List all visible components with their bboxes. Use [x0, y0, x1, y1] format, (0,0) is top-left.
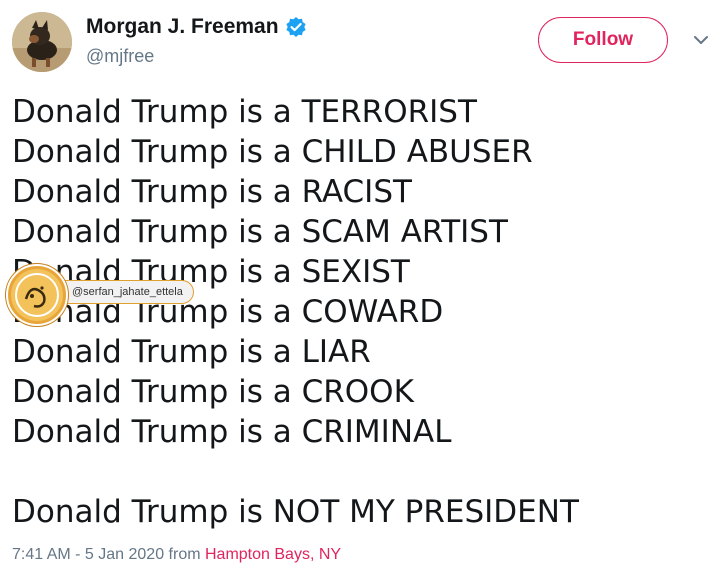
- tweet-line: Donald Trump is a SCAM ARTIST: [12, 214, 508, 250]
- watermark-logo-icon: [6, 264, 68, 326]
- tweet-line: Donald Trump is a LIAR: [12, 334, 371, 370]
- chevron-down-icon[interactable]: [693, 34, 709, 46]
- avatar[interactable]: [12, 12, 72, 72]
- dog-photo-avatar: [12, 12, 72, 72]
- from-label: from: [164, 546, 205, 563]
- display-name[interactable]: Morgan J. Freeman: [86, 15, 279, 39]
- tweet-date[interactable]: 5 Jan 2020: [85, 546, 164, 563]
- tweet-line: Donald Trump is a TERRORIST: [12, 94, 477, 130]
- tweet-line: Donald Trump is NOT MY PRESIDENT: [12, 494, 579, 530]
- tweet-line: Donald Trump is a RACIST: [12, 174, 412, 210]
- tweet-line: Donald Trump is a CHILD ABUSER: [12, 134, 533, 170]
- location-link[interactable]: Hampton Bays, NY: [205, 546, 341, 563]
- watermark: @serfan_jahate_ettela: [4, 262, 220, 326]
- follow-button[interactable]: Follow: [538, 17, 668, 63]
- tweet-header: Morgan J. Freeman @mjfree Follow: [0, 0, 728, 80]
- name-row: Morgan J. Freeman: [86, 15, 307, 39]
- tweet-line: Donald Trump is a CRIMINAL: [12, 414, 452, 450]
- tweet-time[interactable]: 7:41 AM: [12, 546, 71, 563]
- verified-badge-icon: [285, 17, 306, 37]
- tweet-timestamp: 7:41 AM - 5 Jan 2020 from Hampton Bays, …: [12, 546, 341, 564]
- watermark-tag: @serfan_jahate_ettela: [64, 280, 194, 304]
- tweet-line: Donald Trump is a CROOK: [12, 374, 414, 410]
- user-handle[interactable]: @mjfree: [86, 46, 154, 67]
- timestamp-separator: -: [70, 546, 85, 563]
